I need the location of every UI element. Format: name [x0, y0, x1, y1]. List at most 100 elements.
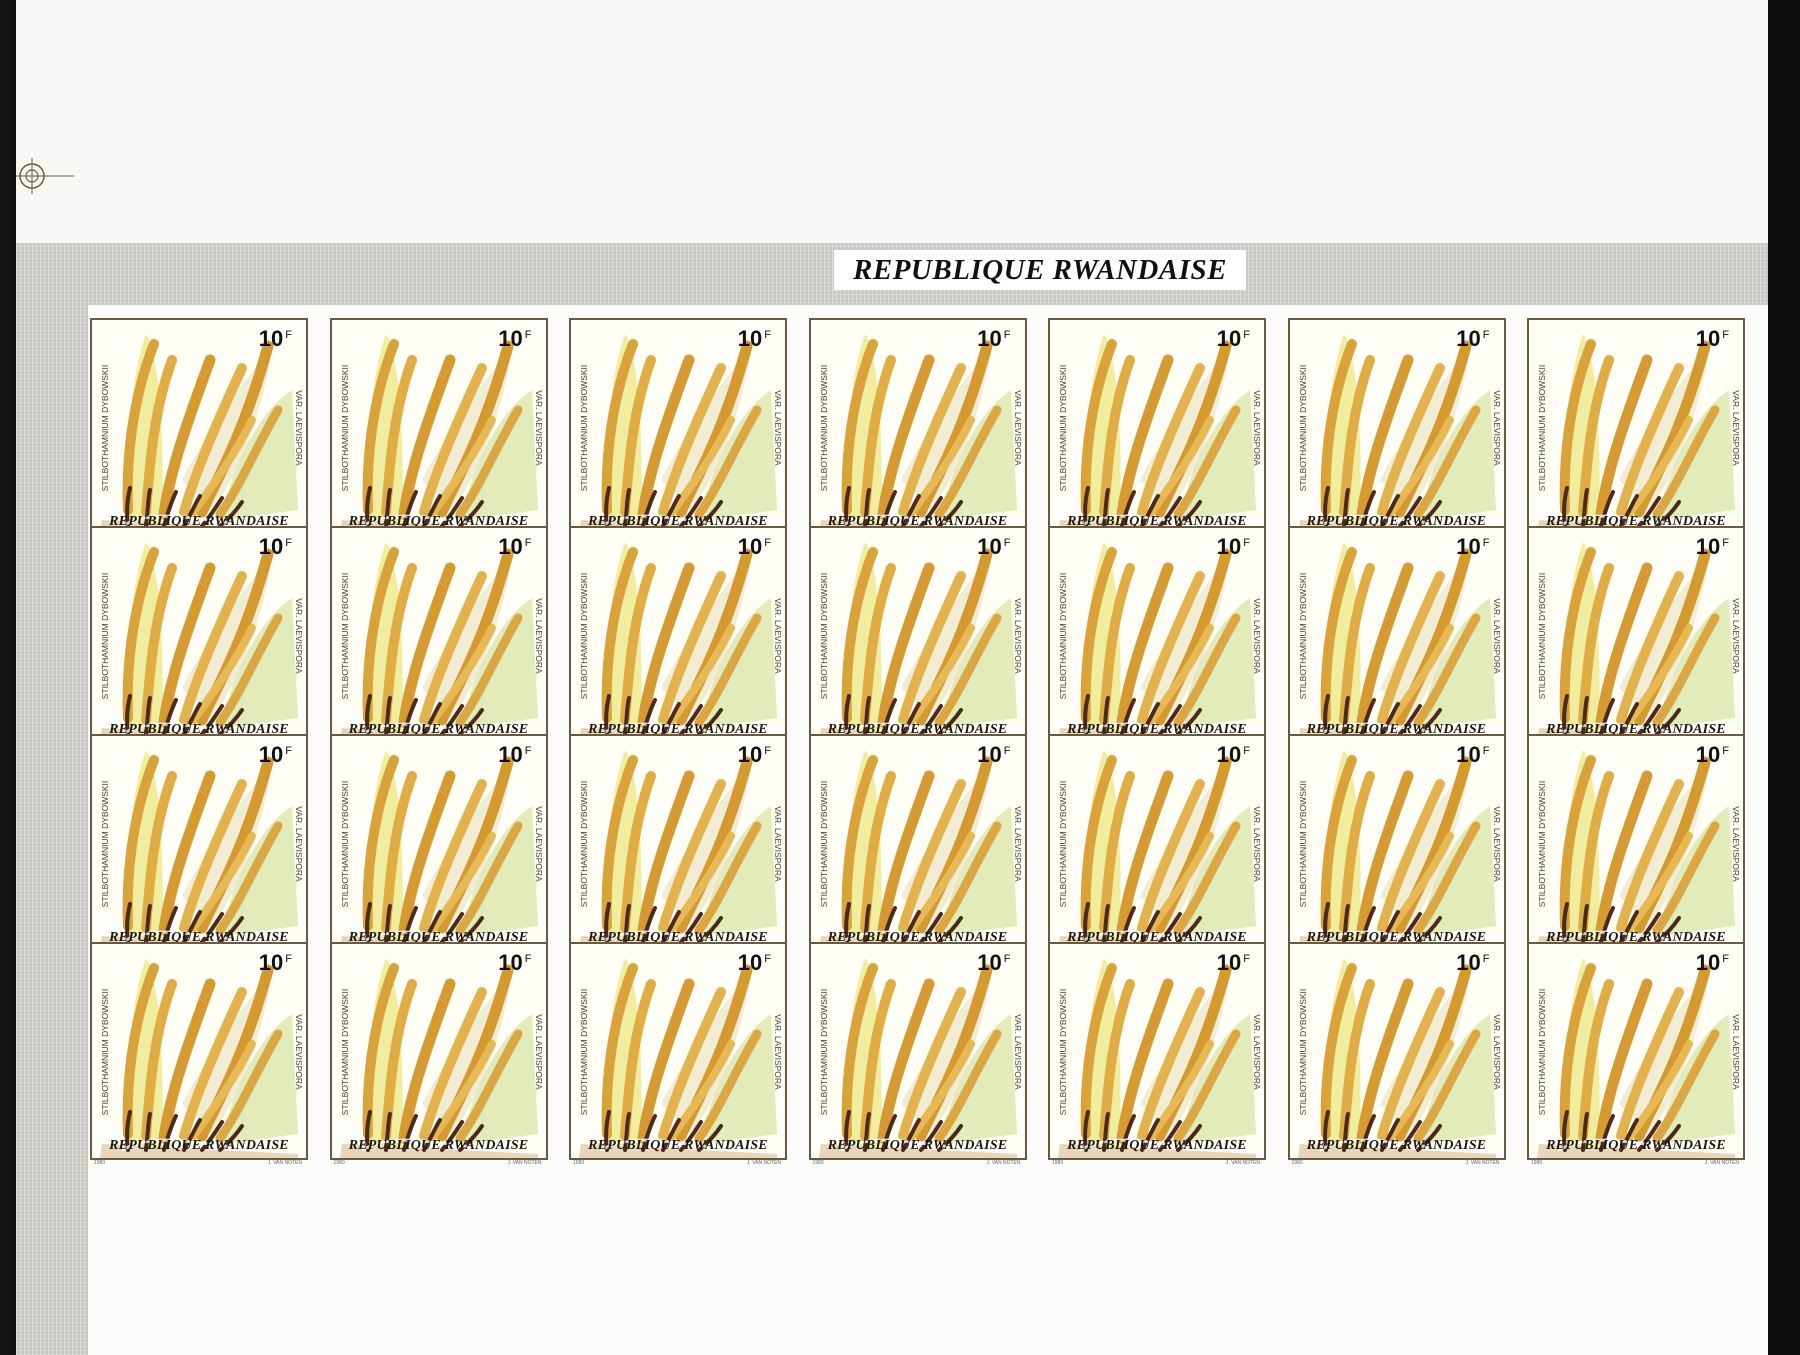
fungus-illustration [810, 736, 1025, 950]
stamp-variety-name: VAR. LAEVISPORA [1012, 390, 1023, 466]
stamp-frame: 10 F STILBOTHAMNIUM DYBOWSKII VAR. LAEVIS… [1048, 526, 1266, 744]
stamp-species-name: STILBOTHAMNIUM DYBOWSKII [579, 572, 589, 700]
stamp-value: 10 F [737, 950, 771, 975]
stamp-variety-name: VAR. LAEVISPORA [533, 1014, 544, 1090]
fungus-illustration [571, 320, 785, 534]
stamp-frame: 10 F STILBOTHAMNIUM DYBOWSKII VAR. LAEVIS… [90, 526, 308, 744]
stamp-variety-name: VAR. LAEVISPORA [1491, 598, 1502, 674]
stamp-frame: 10 F STILBOTHAMNIUM DYBOWSKII VAR. LAEVIS… [569, 942, 787, 1160]
stamp-species-name: STILBOTHAMNIUM DYBOWSKII [579, 364, 589, 492]
stamp-species-name: STILBOTHAMNIUM DYBOWSKII [1058, 988, 1068, 1116]
stamp-designer: J. VAN NOTEN [986, 1160, 1021, 1166]
table-edge [1768, 0, 1800, 1355]
fungus-illustration [810, 528, 1025, 742]
stamp-value: 10 F [258, 950, 292, 975]
stamp-frame: 10 F STILBOTHAMNIUM DYBOWSKII VAR. LAEVIS… [329, 318, 548, 536]
stamp-r2-c4: 10 F STILBOTHAMNIUM DYBOWSKII VAR. LAEVIS… [808, 526, 1027, 750]
stamp-r3-c2: 10 F STILBOTHAMNIUM DYBOWSKII VAR. LAEVIS… [329, 734, 548, 958]
stamp-value: 10 F [1216, 326, 1250, 351]
stamp-variety-name: VAR. LAEVISPORA [773, 806, 783, 882]
stamp-r4-c4: 10 F STILBOTHAMNIUM DYBOWSKII VAR. LAEVIS… [808, 942, 1027, 1166]
stamp-frame: 10 F STILBOTHAMNIUM DYBOWSKII VAR. LAEVIS… [569, 318, 787, 536]
stamp-r4-c6: 10 F STILBOTHAMNIUM DYBOWSKII VAR. LAEVIS… [1287, 942, 1506, 1166]
fungus-illustration [1289, 944, 1504, 1158]
stamp-variety-name: VAR. LAEVISPORA [1491, 390, 1502, 466]
stamp-species-name: STILBOTHAMNIUM DYBOWSKII [818, 364, 829, 492]
stamp-species-name: STILBOTHAMNIUM DYBOWSKII [579, 780, 589, 908]
stamp-value: 10 F [1695, 950, 1729, 975]
stamp-value: 10 F [1456, 534, 1490, 559]
stamp-species-name: STILBOTHAMNIUM DYBOWSKII [1058, 572, 1068, 700]
stamp-variety-name: VAR. LAEVISPORA [1731, 806, 1741, 882]
stamp-country: REPUBLIQUE RWANDAISE [588, 1138, 768, 1153]
stamp-designer: J. VAN NOTEN [507, 1160, 542, 1166]
stamp-species-name: STILBOTHAMNIUM DYBOWSKII [579, 988, 589, 1116]
stamp-variety-name: VAR. LAEVISPORA [1731, 1014, 1741, 1090]
sheet-top-margin [16, 0, 1768, 243]
stamp-value: 10 F [498, 950, 532, 975]
stamp-grid: 10 F STILBOTHAMNIUM DYBOWSKII VAR. LAEVIS… [90, 318, 1762, 1352]
stamp-frame: 10 F STILBOTHAMNIUM DYBOWSKII VAR. LAEVIS… [90, 734, 308, 952]
stamp-species-name: STILBOTHAMNIUM DYBOWSKII [1058, 364, 1068, 492]
stamp-frame: 10 F STILBOTHAMNIUM DYBOWSKII VAR. LAEVIS… [808, 734, 1027, 952]
stamp-designer: J. VAN NOTEN [746, 1160, 781, 1166]
stamp-value: 10 F [1216, 742, 1250, 767]
fungus-illustration [1289, 528, 1504, 742]
fungus-illustration [1050, 944, 1264, 1158]
stamp-variety-name: VAR. LAEVISPORA [773, 390, 783, 466]
fungus-illustration [92, 528, 306, 742]
stamp-value: 10 F [258, 742, 292, 767]
stamp-value: 10 F [977, 534, 1011, 559]
stamp-year: 1980 [94, 1160, 106, 1166]
stamp-variety-name: VAR. LAEVISPORA [1731, 390, 1741, 466]
stamp-frame: 10 F STILBOTHAMNIUM DYBOWSKII VAR. LAEVIS… [90, 942, 308, 1160]
stamp-variety-name: VAR. LAEVISPORA [1012, 598, 1023, 674]
stamp-species-name: STILBOTHAMNIUM DYBOWSKII [818, 780, 829, 908]
stamp-variety-name: VAR. LAEVISPORA [1012, 806, 1023, 882]
stamp-variety-name: VAR. LAEVISPORA [533, 390, 544, 466]
stamp-frame: 10 F STILBOTHAMNIUM DYBOWSKII VAR. LAEVIS… [1287, 318, 1506, 536]
fungus-illustration [1050, 736, 1264, 950]
stamp-value: 10 F [737, 742, 771, 767]
fungus-illustration [92, 736, 306, 950]
fungus-illustration [571, 736, 785, 950]
stamp-variety-name: VAR. LAEVISPORA [533, 598, 544, 674]
stamp-frame: 10 F STILBOTHAMNIUM DYBOWSKII VAR. LAEVIS… [1287, 734, 1506, 952]
fungus-illustration [1050, 528, 1264, 742]
stamp-value: 10 F [1695, 534, 1729, 559]
stamp-variety-name: VAR. LAEVISPORA [533, 806, 544, 882]
stamp-frame: 10 F STILBOTHAMNIUM DYBOWSKII VAR. LAEVIS… [329, 734, 548, 952]
stamp-designer: J. VAN NOTEN [1225, 1160, 1260, 1166]
stamp-r2-c1: 10 F STILBOTHAMNIUM DYBOWSKII VAR. LAEVIS… [90, 526, 308, 750]
stamp-species-name: STILBOTHAMNIUM DYBOWSKII [339, 988, 350, 1116]
stamp-sheet-photo: REPUBLIQUE RWANDAISE 10 F STILBOTHAMNIUM… [0, 0, 1800, 1355]
stamp-r2-c2: 10 F STILBOTHAMNIUM DYBOWSKII VAR. LAEVIS… [329, 526, 548, 750]
stamp-country: REPUBLIQUE RWANDAISE [827, 1138, 1008, 1153]
stamp-year: 1980 [812, 1160, 824, 1166]
stamp-variety-name: VAR. LAEVISPORA [294, 806, 304, 882]
stamp-species-name: STILBOTHAMNIUM DYBOWSKII [100, 572, 110, 700]
stamp-r4-c2: 10 F STILBOTHAMNIUM DYBOWSKII VAR. LAEVIS… [329, 942, 548, 1166]
stamp-value: 10 F [737, 326, 771, 351]
stamp-frame: 10 F STILBOTHAMNIUM DYBOWSKII VAR. LAEVIS… [329, 942, 548, 1160]
stamp-variety-name: VAR. LAEVISPORA [1252, 1014, 1262, 1090]
stamp-year: 1980 [573, 1160, 585, 1166]
stamp-frame: 10 F STILBOTHAMNIUM DYBOWSKII VAR. LAEVIS… [808, 318, 1027, 536]
stamp-r3-c7: 10 F STILBOTHAMNIUM DYBOWSKII VAR. LAEVIS… [1527, 734, 1745, 958]
stamp-frame: 10 F STILBOTHAMNIUM DYBOWSKII VAR. LAEVIS… [808, 942, 1027, 1160]
stamp-r2-c5: 10 F STILBOTHAMNIUM DYBOWSKII VAR. LAEVIS… [1048, 526, 1266, 750]
stamp-r3-c4: 10 F STILBOTHAMNIUM DYBOWSKII VAR. LAEVIS… [808, 734, 1027, 958]
stamp-species-name: STILBOTHAMNIUM DYBOWSKII [339, 780, 350, 908]
stamp-r1-c7: 10 F STILBOTHAMNIUM DYBOWSKII VAR. LAEVIS… [1527, 318, 1745, 542]
stamp-species-name: STILBOTHAMNIUM DYBOWSKII [339, 364, 350, 492]
stamp-variety-name: VAR. LAEVISPORA [294, 1014, 304, 1090]
fungus-illustration [571, 944, 785, 1158]
fungus-illustration [92, 944, 306, 1158]
stamp-value: 10 F [1216, 534, 1250, 559]
stamp-r1-c4: 10 F STILBOTHAMNIUM DYBOWSKII VAR. LAEVIS… [808, 318, 1027, 542]
stamp-value: 10 F [258, 534, 292, 559]
fungus-illustration [571, 528, 785, 742]
stamp-species-name: STILBOTHAMNIUM DYBOWSKII [1297, 780, 1308, 908]
stamp-year: 1980 [333, 1160, 345, 1166]
stamp-species-name: STILBOTHAMNIUM DYBOWSKII [100, 364, 110, 492]
